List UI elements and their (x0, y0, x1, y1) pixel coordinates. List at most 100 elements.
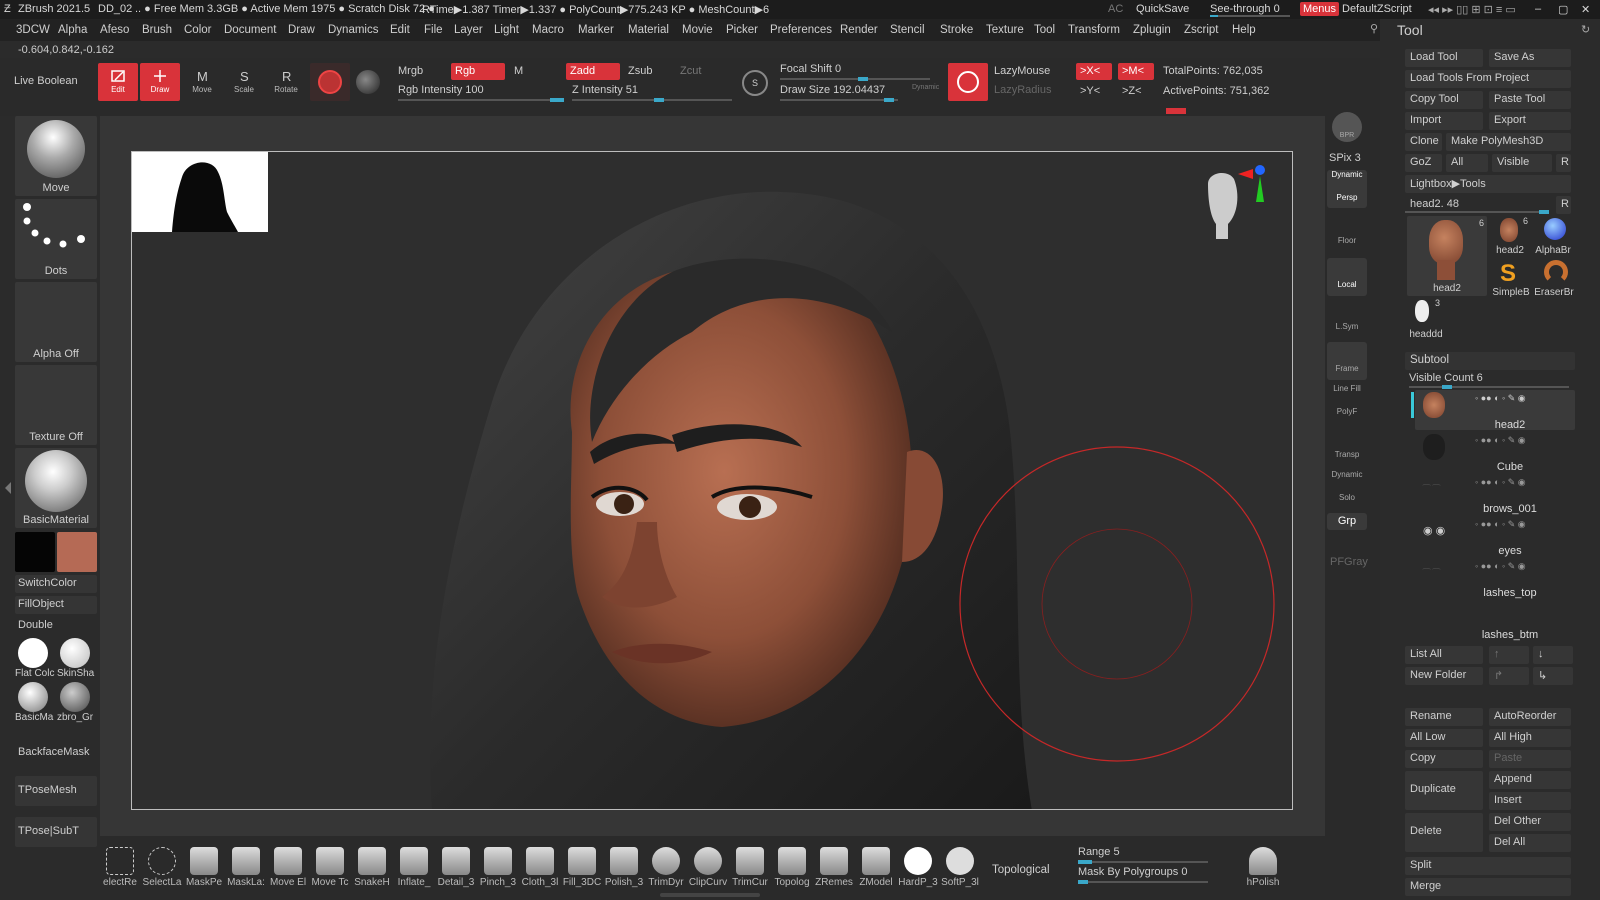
brush-masklasso[interactable]: MaskLa: (226, 844, 266, 894)
duplicate-button[interactable]: Duplicate (1405, 771, 1483, 810)
tool-thumb-alphabrush[interactable]: AlphaBr (1532, 216, 1574, 256)
fill-object-button[interactable]: FillObject (15, 596, 97, 614)
menu-material[interactable]: Material (628, 24, 669, 36)
menu-file[interactable]: File (424, 24, 443, 36)
save-as-button[interactable]: Save As (1489, 49, 1571, 67)
menu-texture[interactable]: Texture (986, 24, 1024, 36)
rotate-button[interactable]: R Rotate (266, 63, 306, 101)
zbro-material-icon[interactable] (60, 682, 90, 712)
focal-shift-track[interactable] (780, 77, 930, 81)
menu-render[interactable]: Render (840, 24, 878, 36)
subtool-row-eyes[interactable]: ◉ ◉ ◦ ●● ◐ ◦ ✎ ◉ eyes (1415, 516, 1575, 557)
menu-dynamics[interactable]: Dynamics (328, 24, 378, 36)
grp-button[interactable]: Grp (1327, 513, 1367, 530)
mask-by-polygroups-slider[interactable]: Mask By Polygroups 0 (1078, 866, 1187, 878)
tool-thumb-headdd[interactable]: 3 headdd (1405, 298, 1447, 340)
menu-help[interactable]: Help (1232, 24, 1256, 36)
local-button[interactable]: Local (1327, 258, 1367, 296)
cube-visibility-icons[interactable]: ◦ ●● ◐ ◦ ✎ ◉ (1475, 435, 1575, 445)
rename-button[interactable]: Rename (1405, 708, 1483, 726)
menu-draw[interactable]: Draw (288, 24, 315, 36)
default-zscript-button[interactable]: DefaultZScript (1342, 3, 1412, 15)
menu-layer[interactable]: Layer (454, 24, 483, 36)
load-tools-from-project-button[interactable]: Load Tools From Project (1405, 70, 1571, 88)
brush-detail[interactable]: Detail_3 (436, 844, 476, 894)
brush-selectlasso[interactable]: SelectLa (142, 844, 182, 894)
menu-afeso[interactable]: Afeso (100, 24, 129, 36)
z-intensity-track[interactable] (572, 98, 732, 102)
brush-polish[interactable]: Polish_3 (604, 844, 644, 894)
minimize-icon[interactable]: – (1535, 3, 1541, 15)
brush-move-elastic[interactable]: Move El (268, 844, 308, 894)
goz-visible-button[interactable]: Visible (1492, 154, 1552, 172)
subtool-row-cube[interactable]: ◦ ●● ◐ ◦ ✎ ◉ Cube (1415, 432, 1575, 473)
menus-button[interactable]: Menus (1300, 2, 1340, 16)
menu-stencil[interactable]: Stencil (890, 24, 925, 36)
range-track[interactable] (1078, 860, 1208, 864)
subtool-row-lashes-btm[interactable]: lashes_btm (1415, 600, 1575, 641)
visible-count-slider[interactable]: Visible Count 6 (1409, 372, 1483, 384)
layout-icons[interactable]: ◂◂ ▸▸ ▯▯ ⊞ ⊡ ≡ ▭ (1428, 3, 1516, 16)
brush-snakehook[interactable]: SnakeH (352, 844, 392, 894)
menu-zplugin[interactable]: Zplugin (1133, 24, 1171, 36)
menu-3dcw[interactable]: 3DCW (16, 24, 50, 36)
tool-thumb-head2-main[interactable]: 6 head2 (1407, 216, 1487, 296)
frame-button[interactable]: Frame (1327, 342, 1367, 380)
main-color-swatch[interactable] (57, 532, 97, 572)
m-symmetry-button[interactable]: >M< (1118, 63, 1154, 80)
lazymouse-button[interactable] (948, 63, 988, 101)
pfgray-label[interactable]: PFGray (1330, 556, 1368, 568)
mrgb-button[interactable]: Mrgb (398, 65, 423, 77)
split-menu[interactable]: Split (1405, 857, 1571, 875)
focal-shift-slider[interactable]: Focal Shift 0 (780, 63, 841, 75)
tool-thumb-head2-small[interactable]: 6 head2 (1490, 216, 1530, 256)
tpose-subt-button[interactable]: TPose|SubT (15, 817, 97, 847)
draw-size-slider[interactable]: Draw Size 192.04437 (780, 84, 885, 96)
close-icon[interactable]: ✕ (1581, 3, 1590, 16)
stroke-dots-tile[interactable]: Dots (15, 199, 97, 279)
material-tile[interactable]: BasicMaterial (15, 448, 97, 528)
rgb-intensity-slider[interactable]: Rgb Intensity 100 (398, 84, 484, 96)
copy-subtool-button[interactable]: Copy (1405, 750, 1483, 768)
paste-tool-button[interactable]: Paste Tool (1489, 91, 1571, 109)
menu-movie[interactable]: Movie (682, 24, 713, 36)
z-symmetry-button[interactable]: >Z< (1122, 85, 1142, 97)
del-other-button[interactable]: Del Other (1489, 813, 1571, 831)
make-polymesh3d-button[interactable]: Make PolyMesh3D (1446, 133, 1571, 151)
delete-button[interactable]: Delete (1405, 813, 1483, 852)
menu-tool[interactable]: Tool (1034, 24, 1055, 36)
lightbox-tools-button[interactable]: Lightbox▶Tools (1405, 175, 1571, 193)
maximize-icon[interactable]: ▢ (1558, 3, 1568, 16)
color-sphere-icon[interactable] (356, 70, 380, 94)
basic-material-small-icon[interactable] (18, 682, 48, 712)
backface-mask-button[interactable]: BackfaceMask (15, 744, 97, 762)
load-tool-button[interactable]: Load Tool (1405, 49, 1483, 67)
orientation-head-gizmo[interactable] (1198, 164, 1265, 244)
spix-label[interactable]: SPix 3 (1329, 152, 1361, 164)
append-button[interactable]: Append (1489, 771, 1571, 789)
brush-cloth[interactable]: Cloth_3l (520, 844, 560, 894)
subtool-row-brows[interactable]: ⁀ ⁀ ◦ ●● ◐ ◦ ✎ ◉ brows_001 (1415, 474, 1575, 515)
folder-down-icon[interactable]: ↳ (1533, 667, 1573, 685)
move-button[interactable]: M Move (182, 63, 222, 101)
subtool-row-lashes-top[interactable]: ⁀ ⁀ ◦ ●● ◐ ◦ ✎ ◉ lashes_top (1415, 558, 1575, 599)
brush-move-tile[interactable]: Move (15, 116, 97, 196)
tpose-mesh-button[interactable]: TPoseMesh (15, 776, 97, 806)
menu-transform[interactable]: Transform (1068, 24, 1120, 36)
brush-selectrect[interactable]: electRe (100, 844, 140, 894)
lashes-top-visibility-icons[interactable]: ◦ ●● ◐ ◦ ✎ ◉ (1475, 561, 1575, 571)
menu-zscript[interactable]: Zscript (1184, 24, 1219, 36)
brush-pinch[interactable]: Pinch_3 (478, 844, 518, 894)
brows-visibility-icons[interactable]: ◦ ●● ◐ ◦ ✎ ◉ (1475, 477, 1575, 487)
menu-edit[interactable]: Edit (390, 24, 410, 36)
tool-thumb-eraserbrush[interactable]: EraserBr (1532, 258, 1576, 298)
brush-clipcurve[interactable]: ClipCurv (688, 844, 728, 894)
menu-document[interactable]: Document (224, 24, 276, 36)
clone-button[interactable]: Clone (1405, 133, 1442, 151)
menu-alpha[interactable]: Alpha (58, 24, 87, 36)
menu-marker[interactable]: Marker (578, 24, 614, 36)
merge-menu[interactable]: Merge (1405, 878, 1571, 896)
secondary-color-swatch[interactable] (15, 532, 55, 572)
copy-tool-button[interactable]: Copy Tool (1405, 91, 1483, 109)
move-down-arrow-icon[interactable]: ↓ (1533, 646, 1573, 664)
